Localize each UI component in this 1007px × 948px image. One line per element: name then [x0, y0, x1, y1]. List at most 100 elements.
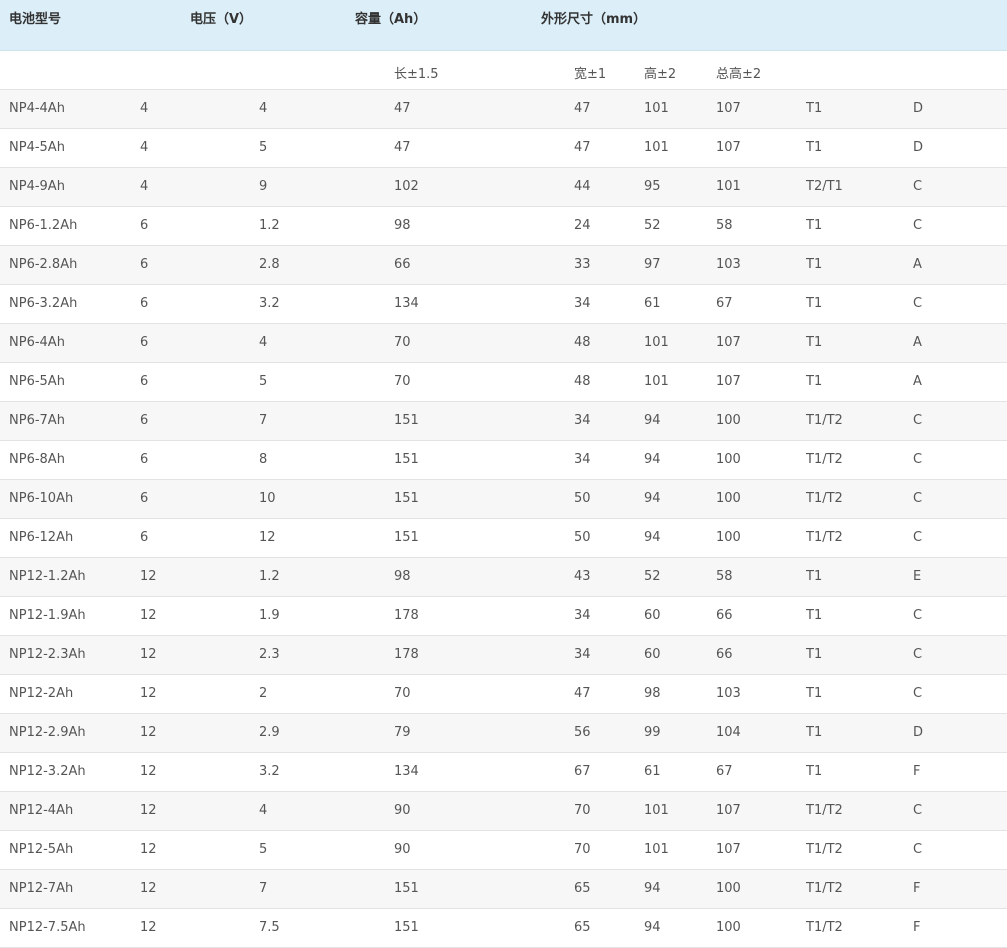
cell-terminal: T1 — [806, 569, 823, 584]
cell-length: 134 — [394, 296, 419, 311]
cell-voltage-ref: 6 — [140, 530, 149, 545]
cell-terminal: T2/T1 — [806, 179, 843, 194]
cell-terminal: T1 — [806, 686, 823, 701]
table-row: NP12-1.9Ah 12 1.9 178 34 60 66 T1 C — [0, 597, 1007, 636]
cell-width: 34 — [574, 608, 591, 623]
cell-total-height: 101 — [716, 179, 741, 194]
cell-voltage: 9 — [259, 179, 268, 194]
cell-width: 47 — [574, 101, 591, 116]
cell-case: D — [913, 140, 924, 155]
cell-height: 61 — [644, 296, 661, 311]
cell-voltage: 1.9 — [259, 608, 280, 623]
cell-model: NP12-2.3Ah — [9, 647, 86, 662]
cell-total-height: 107 — [716, 335, 741, 350]
cell-width: 48 — [574, 335, 591, 350]
cell-width: 24 — [574, 218, 591, 233]
cell-total-height: 100 — [716, 881, 741, 896]
cell-voltage-ref: 6 — [140, 413, 149, 428]
cell-terminal: T1 — [806, 296, 823, 311]
cell-total-height: 100 — [716, 452, 741, 467]
cell-terminal: T1 — [806, 140, 823, 155]
cell-height: 94 — [644, 530, 661, 545]
cell-length: 151 — [394, 413, 419, 428]
cell-voltage: 5 — [259, 374, 268, 389]
table-row: NP6-3.2Ah 6 3.2 134 34 61 67 T1 C — [0, 285, 1007, 324]
table-body: NP4-4Ah 4 4 47 47 101 107 T1 D NP4-5Ah 4 5 47 47 101 10… — [0, 90, 1007, 948]
cell-height: 94 — [644, 920, 661, 935]
cell-case: D — [913, 725, 924, 740]
cell-height: 101 — [644, 140, 669, 155]
cell-voltage-ref: 12 — [140, 608, 157, 623]
cell-voltage-ref: 12 — [140, 881, 157, 896]
cell-width: 50 — [574, 530, 591, 545]
cell-case: A — [913, 374, 922, 389]
cell-case: C — [913, 647, 923, 662]
cell-height: 94 — [644, 413, 661, 428]
cell-total-height: 100 — [716, 530, 741, 545]
cell-voltage: 10 — [259, 491, 276, 506]
cell-voltage: 7 — [259, 881, 268, 896]
cell-width: 48 — [574, 374, 591, 389]
cell-height: 101 — [644, 101, 669, 116]
cell-case: F — [913, 920, 921, 935]
table-row: NP6-5Ah 6 5 70 48 101 107 T1 A — [0, 363, 1007, 402]
cell-height: 101 — [644, 335, 669, 350]
cell-total-height: 100 — [716, 413, 741, 428]
cell-voltage: 3.2 — [259, 296, 280, 311]
cell-width: 56 — [574, 725, 591, 740]
cell-case: C — [913, 218, 923, 233]
battery-spec-table: 电池型号 电压（V） 容量（Ah） 外形尺寸（mm） 长±1.5 宽±1 高±2… — [0, 0, 1007, 948]
cell-terminal: T1/T2 — [806, 452, 843, 467]
cell-length: 134 — [394, 764, 419, 779]
cell-case: C — [913, 842, 923, 857]
table-row: NP6-2.8Ah 6 2.8 66 33 97 103 T1 A — [0, 246, 1007, 285]
cell-width: 34 — [574, 296, 591, 311]
cell-width: 33 — [574, 257, 591, 272]
cell-voltage-ref: 12 — [140, 725, 157, 740]
header-model: 电池型号 — [9, 12, 62, 27]
cell-voltage-ref: 12 — [140, 842, 157, 857]
cell-model: NP6-10Ah — [9, 491, 74, 506]
cell-terminal: T1 — [806, 101, 823, 116]
cell-voltage: 7.5 — [259, 920, 280, 935]
cell-terminal: T1/T2 — [806, 530, 843, 545]
cell-length: 70 — [394, 335, 411, 350]
cell-total-height: 58 — [716, 218, 733, 233]
cell-height: 60 — [644, 608, 661, 623]
header-voltage: 电压（V） — [190, 12, 253, 27]
cell-total-height: 107 — [716, 803, 741, 818]
cell-model: NP4-9Ah — [9, 179, 65, 194]
cell-total-height: 100 — [716, 491, 741, 506]
cell-height: 94 — [644, 491, 661, 506]
cell-voltage-ref: 12 — [140, 569, 157, 584]
cell-voltage-ref: 6 — [140, 296, 149, 311]
cell-total-height: 103 — [716, 257, 741, 272]
cell-length: 178 — [394, 608, 419, 623]
cell-case: C — [913, 452, 923, 467]
header-dimensions: 外形尺寸（mm） — [541, 12, 647, 27]
cell-length: 70 — [394, 374, 411, 389]
cell-width: 70 — [574, 842, 591, 857]
cell-length: 47 — [394, 101, 411, 116]
cell-model: NP12-7.5Ah — [9, 920, 86, 935]
cell-total-height: 66 — [716, 608, 733, 623]
cell-model: NP12-2Ah — [9, 686, 74, 701]
cell-terminal: T1/T2 — [806, 881, 843, 896]
cell-terminal: T1/T2 — [806, 920, 843, 935]
cell-terminal: T1 — [806, 764, 823, 779]
cell-height: 52 — [644, 569, 661, 584]
cell-total-height: 67 — [716, 296, 733, 311]
table-row: NP4-9Ah 4 9 102 44 95 101 T2/T1 C — [0, 168, 1007, 207]
table-row: NP12-2.3Ah 12 2.3 178 34 60 66 T1 C — [0, 636, 1007, 675]
cell-case: C — [913, 296, 923, 311]
cell-length: 90 — [394, 842, 411, 857]
cell-voltage-ref: 12 — [140, 686, 157, 701]
cell-case: C — [913, 530, 923, 545]
table-row: NP12-2Ah 12 2 70 47 98 103 T1 C — [0, 675, 1007, 714]
cell-width: 34 — [574, 452, 591, 467]
cell-model: NP6-1.2Ah — [9, 218, 78, 233]
cell-voltage-ref: 12 — [140, 920, 157, 935]
header-capacity: 容量（Ah） — [355, 12, 427, 27]
cell-case: C — [913, 413, 923, 428]
cell-terminal: T1 — [806, 374, 823, 389]
